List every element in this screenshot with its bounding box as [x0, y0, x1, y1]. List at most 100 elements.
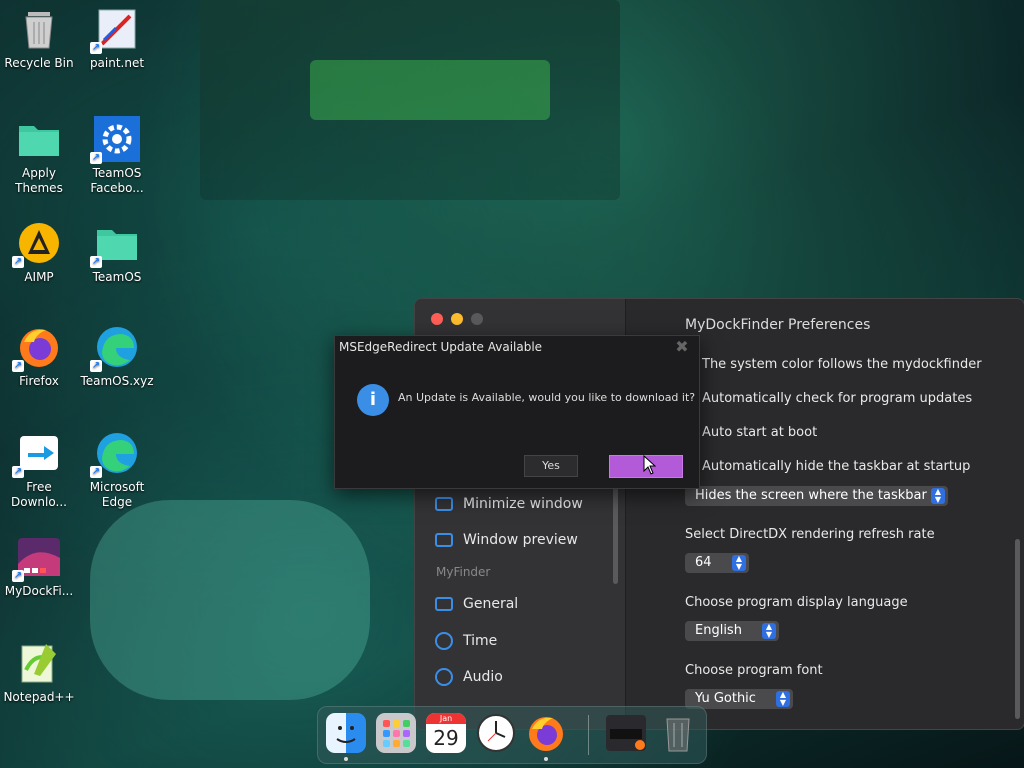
firefox-icon: ↗	[12, 324, 62, 372]
sidebar-item-label: General	[463, 596, 519, 612]
desktop-icon-teamos[interactable]: ↗ TeamOS	[78, 216, 156, 285]
notepad-plus-plus-icon	[16, 640, 62, 686]
calendar-day: 29	[433, 726, 459, 750]
select-value: English	[695, 623, 742, 638]
mouse-cursor-icon	[643, 455, 657, 475]
chevron-updown-icon: ▲ ▼	[732, 555, 746, 571]
desktop-icon-label: Free Downlo...	[11, 480, 67, 509]
general-icon	[435, 597, 453, 611]
clock-icon	[435, 632, 453, 650]
dialog-message: An Update is Available, would you like t…	[398, 391, 696, 404]
select-value: Hides the screen where the taskbar	[695, 488, 927, 503]
download-icon: ↗	[12, 430, 62, 478]
dialog-title: MSEdgeRedirect Update Available	[339, 340, 543, 354]
dock-launchpad-icon[interactable]	[376, 713, 416, 753]
desktop-icon-label: MyDockFi...	[4, 584, 74, 598]
option-auto-start[interactable]: Auto start at boot	[702, 425, 817, 440]
sidebar-item-general[interactable]: General	[435, 596, 518, 612]
close-icon[interactable]: ✖	[673, 338, 691, 356]
desktop-icon-teamos-facebook[interactable]: ↗ TeamOS Facebo...	[78, 112, 156, 196]
shortcut-arrow-icon: ↗	[90, 466, 102, 478]
close-window-button[interactable]	[431, 313, 443, 325]
option-hide-taskbar[interactable]: Automatically hide the taskbar at startu…	[702, 459, 970, 474]
taskbar-screen-select[interactable]: Hides the screen where the taskbar ▲ ▼	[685, 486, 948, 506]
desktop-icon-free-download-manager[interactable]: ↗ Free Downlo...	[0, 426, 78, 510]
dock-separator	[588, 715, 589, 755]
dock: Jan 29	[317, 706, 707, 764]
edge-icon: ↗	[90, 324, 140, 372]
wallpaper-glove	[90, 500, 370, 700]
sidebar-section-myfinder: MyFinder	[436, 565, 491, 579]
sidebar-item-audio[interactable]: Audio	[435, 668, 503, 686]
desktop-icon-notepad-plus-plus[interactable]: Notepad++	[0, 636, 78, 705]
yes-button[interactable]: Yes	[524, 455, 578, 477]
sidebar-item-time[interactable]: Time	[435, 632, 497, 650]
shortcut-arrow-icon: ↗	[90, 256, 102, 268]
option-check-updates[interactable]: Automatically check for program updates	[702, 391, 972, 406]
desktop-icon-aimp[interactable]: ↗ AIMP	[0, 216, 78, 285]
sidebar-item-label: Minimize window	[463, 496, 583, 512]
shortcut-arrow-icon: ↗	[90, 42, 102, 54]
running-indicator	[544, 757, 548, 761]
running-indicator	[344, 757, 348, 761]
gear-icon: ↗	[90, 116, 140, 164]
desktop-icon-label: AIMP	[24, 270, 54, 284]
desktop-icon-paint-net[interactable]: ↗ paint.net	[78, 2, 156, 71]
desktop-icon-label: Recycle Bin	[4, 56, 74, 70]
desktop-icon-apply-themes[interactable]: Apply Themes	[0, 112, 78, 196]
edge-icon: ↗	[90, 430, 140, 478]
paint-net-icon: ↗	[90, 6, 140, 54]
minimize-window-button[interactable]	[451, 313, 463, 325]
desktop-icon-mydockfinder[interactable]: ↗ MyDockFi...	[0, 530, 78, 599]
folder-icon	[16, 116, 62, 162]
desktop-icon-firefox[interactable]: ↗ Firefox	[0, 320, 78, 389]
desktop-icon-label: TeamOS	[92, 270, 142, 284]
desktop-icon-recycle-bin[interactable]: Recycle Bin	[0, 2, 78, 71]
calendar-month: Jan	[426, 713, 466, 724]
desktop-icon-label: TeamOS Facebo...	[90, 166, 144, 195]
refresh-rate-select[interactable]: 64 ▲ ▼	[685, 553, 749, 573]
dock-firefox-icon[interactable]	[526, 713, 566, 753]
shortcut-arrow-icon: ↗	[90, 152, 102, 164]
dock-finder-icon[interactable]	[326, 713, 366, 753]
refresh-rate-label: Select DirectDX rendering refresh rate	[685, 527, 935, 542]
shortcut-arrow-icon: ↗	[12, 466, 24, 478]
language-select[interactable]: English ▲ ▼	[685, 621, 779, 641]
wallpaper-green-display	[310, 60, 550, 120]
sidebar-item-minimize-window[interactable]: Minimize window	[435, 496, 583, 512]
dock-clock-icon[interactable]	[476, 713, 516, 753]
desktop-icon-teamos-xyz[interactable]: ↗ TeamOS.xyz	[78, 320, 156, 389]
desktop-icon-label: paint.net	[89, 56, 145, 70]
maximize-window-button[interactable]	[471, 313, 483, 325]
desktop-icon-label: Microsoft Edge	[89, 480, 145, 509]
font-label: Choose program font	[685, 663, 823, 678]
shortcut-arrow-icon: ↗	[12, 256, 24, 268]
dock-screenshot-icon[interactable]	[606, 715, 646, 751]
shortcut-arrow-icon: ↗	[12, 570, 24, 582]
sidebar-scrollbar[interactable]	[613, 484, 618, 584]
info-icon: i	[357, 384, 389, 416]
select-value: 64	[695, 555, 712, 570]
window-controls	[431, 313, 483, 325]
sidebar-item-label: Window preview	[463, 532, 578, 548]
dock-trash-icon[interactable]	[658, 713, 698, 753]
shortcut-arrow-icon: ↗	[90, 360, 102, 372]
sidebar-item-label: Time	[463, 633, 498, 649]
desktop-icon-label: Firefox	[19, 374, 59, 388]
audio-icon	[435, 668, 453, 686]
language-label: Choose program display language	[685, 595, 908, 610]
desktop-icon-label: Notepad++	[3, 690, 75, 704]
sidebar-item-label: Audio	[463, 669, 503, 685]
dock-calendar-icon[interactable]: Jan 29	[426, 713, 466, 753]
folder-icon: ↗	[90, 220, 140, 268]
recycle-bin-icon	[16, 6, 62, 52]
option-system-color[interactable]: The system color follows the mydockfinde…	[702, 357, 982, 372]
minimize-window-icon	[435, 497, 453, 511]
aimp-icon: ↗	[12, 220, 62, 268]
chevron-updown-icon: ▲ ▼	[762, 623, 776, 639]
preferences-title: MyDockFinder Preferences	[685, 317, 871, 333]
main-scrollbar[interactable]	[1015, 539, 1020, 719]
chevron-updown-icon: ▲ ▼	[776, 691, 790, 707]
desktop-icon-microsoft-edge[interactable]: ↗ Microsoft Edge	[78, 426, 156, 510]
sidebar-item-window-preview[interactable]: Window preview	[435, 532, 578, 548]
